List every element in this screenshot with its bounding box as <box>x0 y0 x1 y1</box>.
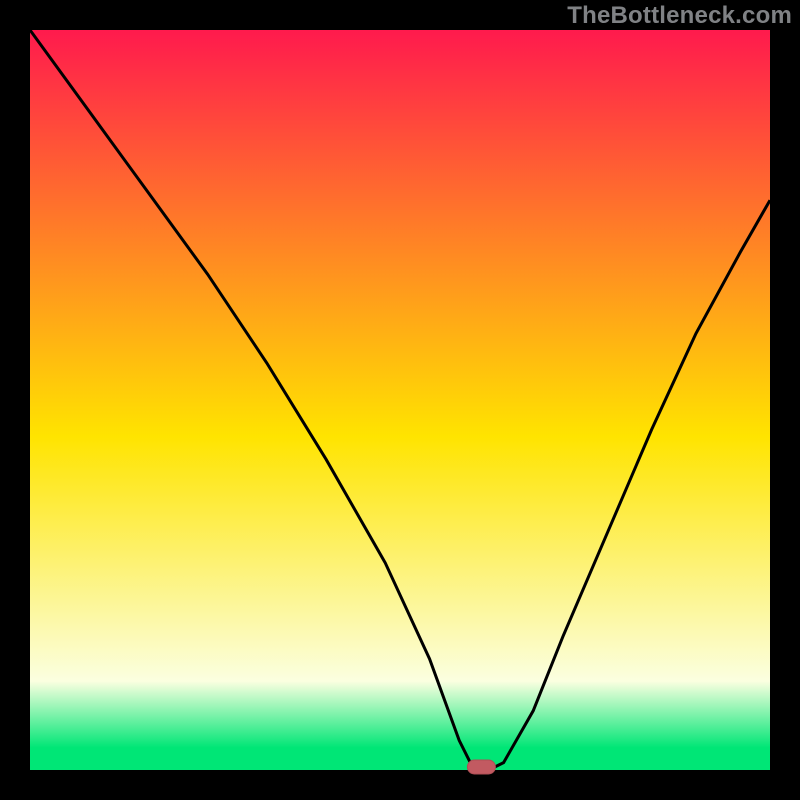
watermark-text: TheBottleneck.com <box>567 2 792 30</box>
optimal-point-marker <box>467 760 495 774</box>
plot-background <box>30 30 770 770</box>
bottleneck-chart-svg <box>0 0 800 800</box>
chart-container: TheBottleneck.com <box>0 0 800 800</box>
